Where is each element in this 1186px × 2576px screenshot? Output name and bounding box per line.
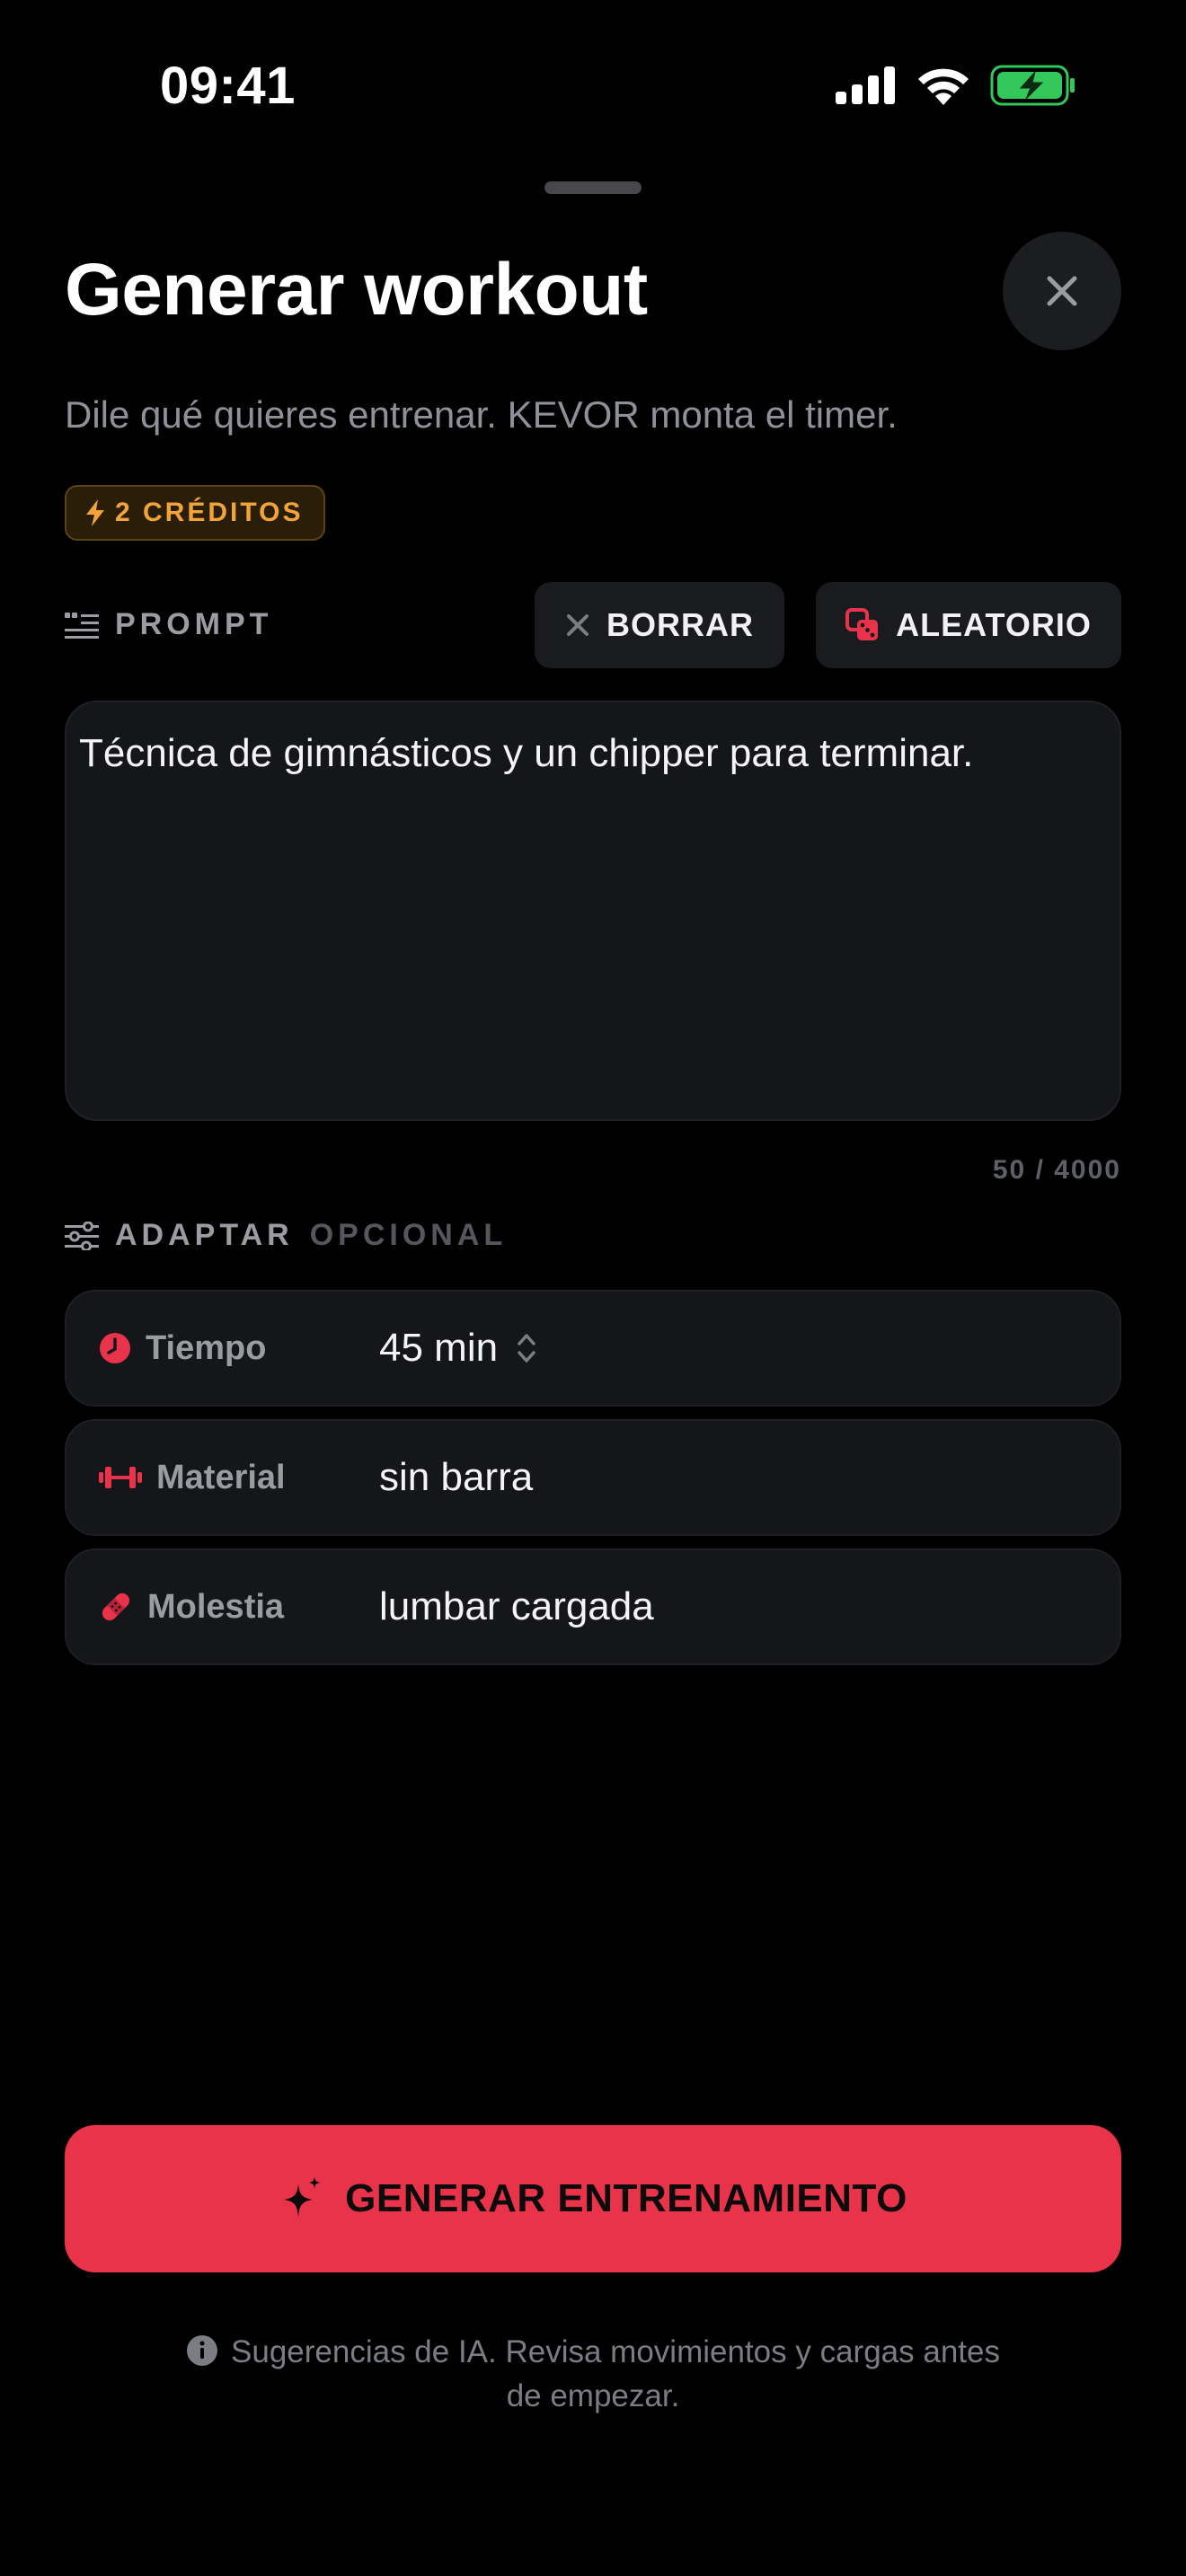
discomfort-row-label-group: Molestia [66, 1588, 379, 1627]
bolt-icon [86, 499, 104, 526]
discomfort-input[interactable]: lumbar cargada [379, 1584, 654, 1629]
sliders-icon [65, 1221, 99, 1250]
material-input[interactable]: sin barra [379, 1455, 533, 1500]
adapt-label: ADAPTAR [115, 1218, 294, 1252]
sparkle-icon [284, 2176, 322, 2218]
random-button-label: ALEATORIO [896, 606, 1092, 643]
close-icon [1047, 276, 1077, 306]
battery-charging-icon [990, 65, 1075, 106]
time-row-label-group: Tiempo [66, 1329, 379, 1368]
credits-badge: 2 CRÉDITOS [65, 485, 325, 541]
x-icon [567, 614, 589, 636]
optional-label: OPCIONAL [309, 1218, 508, 1252]
disclaimer-text: Sugerencias de IA. Revisa movimientos y … [231, 2334, 1000, 2413]
discomfort-row-label: Molestia [147, 1587, 285, 1626]
sheet-grabber[interactable] [544, 181, 642, 194]
material-row-label: Material [156, 1458, 286, 1496]
signal-icon [836, 66, 895, 104]
time-picker[interactable]: 45 min [379, 1326, 537, 1371]
prompt-section-label: PROMPT [65, 607, 272, 642]
time-row-label: Tiempo [146, 1328, 267, 1367]
ai-disclaimer: Sugerencias de IA. Revisa movimientos y … [144, 2330, 1042, 2418]
adapt-section-label: ADAPTAR OPCIONAL [65, 1218, 507, 1253]
clear-button[interactable]: BORRAR [535, 582, 784, 668]
page-subtitle: Dile qué quieres entrenar. KEVOR monta e… [65, 393, 898, 436]
dumbbell-icon [99, 1467, 142, 1488]
credits-label: 2 CRÉDITOS [115, 498, 304, 527]
random-button[interactable]: ALEATORIO [816, 582, 1121, 668]
material-row-label-group: Material [66, 1459, 379, 1497]
prompt-label: PROMPT [115, 607, 273, 641]
generate-workout-label: GENERAR ENTRENAMIENTO [345, 2176, 907, 2220]
text-quote-icon [65, 612, 99, 639]
chevron-updown-icon [518, 1334, 535, 1363]
status-icons [836, 65, 1076, 106]
wifi-icon [918, 68, 969, 105]
page-title: Generar workout [65, 249, 648, 331]
time-value: 45 min [379, 1326, 499, 1370]
bandage-icon [102, 1592, 130, 1621]
disclaimer-text-wrap: Sugerencias de IA. Revisa movimientos y … [180, 2330, 1006, 2418]
info-icon [187, 2335, 218, 2366]
clear-button-label: BORRAR [606, 606, 754, 643]
clock-icon [100, 1333, 130, 1363]
status-time: 09:41 [160, 57, 296, 115]
discomfort-row[interactable]: Molestia lumbar cargada [65, 1548, 1121, 1665]
dice-icon [845, 608, 879, 640]
character-counter: 50 / 4000 [992, 1155, 1121, 1185]
generate-workout-button[interactable]: GENERAR ENTRENAMIENTO [65, 2125, 1121, 2272]
material-row[interactable]: Material sin barra [65, 1419, 1121, 1536]
time-row[interactable]: Tiempo 45 min [65, 1290, 1121, 1407]
close-button[interactable] [1003, 232, 1121, 350]
prompt-textarea[interactable]: Técnica de gimnásticos y un chipper para… [65, 701, 1121, 1121]
